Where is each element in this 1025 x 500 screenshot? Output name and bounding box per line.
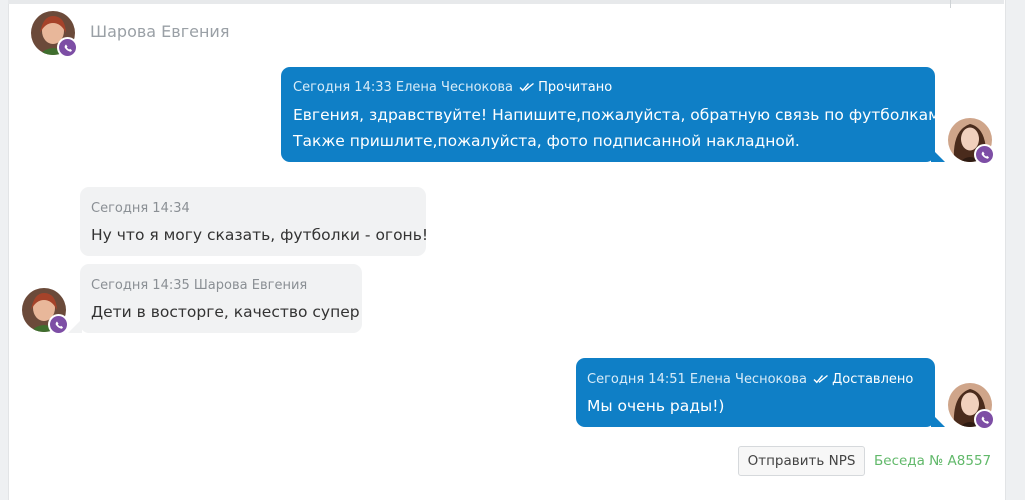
message-text: Ну что я могу сказать, футболки - огонь! <box>91 222 429 248</box>
top-divider <box>8 0 1004 4</box>
message-text: Евгения, здравствуйте! Напишите,пожалуйс… <box>293 102 945 154</box>
message-outgoing: Сегодня 14:51 Елена Чеснокова Доставлено… <box>576 358 935 427</box>
message-outgoing: Сегодня 14:33 Елена Чеснокова Прочитано … <box>281 67 945 162</box>
message-line: Дети в восторге, качество супер <box>91 303 360 321</box>
message-time: Сегодня 14:33 <box>293 80 392 95</box>
send-nps-button[interactable]: Отправить NPS <box>738 446 865 476</box>
viber-icon <box>48 314 69 335</box>
message-status: Доставлено <box>832 372 914 387</box>
message-text: Дети в восторге, качество супер <box>91 299 360 325</box>
contact-avatar[interactable] <box>31 11 78 58</box>
message-author: Елена Чеснокова <box>395 80 513 95</box>
contact-name[interactable]: Шарова Евгения <box>90 22 229 41</box>
message-line: Мы очень рады!) <box>587 397 725 415</box>
message-incoming: Сегодня 14:34 Ну что я могу сказать, фут… <box>80 187 429 256</box>
message-meta: Сегодня 14:33 Елена Чеснокова Прочитано <box>293 79 923 97</box>
message-status: Прочитано <box>538 80 613 95</box>
viber-icon <box>57 37 78 58</box>
message-line: Также пришлите,пожалуйста, фото подписан… <box>293 132 800 150</box>
conversation-number-link[interactable]: Беседа № A8557 <box>874 453 991 469</box>
message-line: Евгения, здравствуйте! Напишите,пожалуйс… <box>293 106 945 124</box>
message-line: Ну что я могу сказать, футболки - огонь! <box>91 226 429 244</box>
message-time: Сегодня 14:51 <box>587 372 686 387</box>
contact-avatar[interactable] <box>22 288 69 335</box>
message-text: Мы очень рады!) <box>587 393 924 419</box>
message-meta: Сегодня 14:34 <box>91 200 415 218</box>
message-meta: Сегодня 14:51 Елена Чеснокова Доставлено <box>587 371 924 389</box>
message-meta: Сегодня 14:35 Шарова Евгения <box>91 277 351 295</box>
agent-avatar[interactable] <box>948 383 995 430</box>
viber-icon <box>974 409 995 430</box>
agent-avatar[interactable] <box>948 118 995 165</box>
double-check-icon <box>519 82 535 92</box>
viber-icon <box>974 144 995 165</box>
double-check-icon <box>813 374 829 384</box>
message-time: Сегодня 14:34 <box>91 201 190 216</box>
message-time: Сегодня 14:35 <box>91 278 190 293</box>
message-incoming: Сегодня 14:35 Шарова Евгения Дети в вост… <box>80 264 362 333</box>
message-author: Шарова Евгения <box>193 278 308 293</box>
message-author: Елена Чеснокова <box>689 372 807 387</box>
top-divider-notch <box>950 0 951 8</box>
